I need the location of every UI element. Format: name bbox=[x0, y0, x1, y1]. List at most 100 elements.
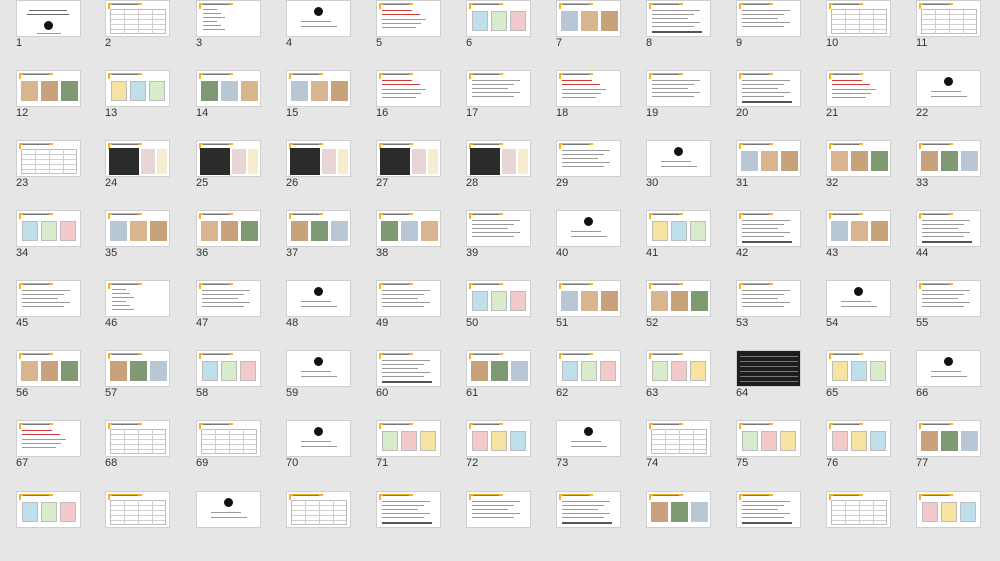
slide-preview[interactable] bbox=[826, 491, 891, 528]
slide-thumbnail[interactable]: 70 bbox=[270, 420, 351, 490]
slide-thumbnail[interactable]: 27 bbox=[360, 140, 441, 210]
slide-thumbnail[interactable]: 29 bbox=[540, 140, 621, 210]
slide-preview[interactable] bbox=[736, 491, 801, 528]
slide-thumbnail[interactable]: 14 bbox=[180, 70, 261, 140]
slide-preview[interactable] bbox=[736, 70, 801, 107]
slide-preview[interactable] bbox=[916, 140, 981, 177]
slide-thumbnail[interactable]: 62 bbox=[540, 350, 621, 420]
slide-thumbnail[interactable]: 10 bbox=[810, 0, 891, 70]
slide-preview[interactable] bbox=[736, 420, 801, 457]
slide-preview[interactable] bbox=[646, 420, 711, 457]
slide-preview[interactable] bbox=[16, 210, 81, 247]
slide-preview[interactable] bbox=[826, 70, 891, 107]
slide-thumbnail[interactable]: 19 bbox=[630, 70, 711, 140]
slide-preview[interactable] bbox=[466, 140, 531, 177]
slide-preview[interactable] bbox=[826, 420, 891, 457]
slide-thumbnail[interactable]: 16 bbox=[360, 70, 441, 140]
slide-thumbnail[interactable]: 56 bbox=[0, 350, 81, 420]
slide-thumbnail[interactable]: 50 bbox=[450, 280, 531, 350]
slide-thumbnail[interactable]: 12 bbox=[0, 70, 81, 140]
slide-thumbnail[interactable]: 59 bbox=[270, 350, 351, 420]
slide-thumbnail[interactable] bbox=[360, 491, 441, 561]
slide-preview[interactable] bbox=[376, 140, 441, 177]
slide-thumbnail[interactable]: 25 bbox=[180, 140, 261, 210]
slide-preview[interactable] bbox=[826, 140, 891, 177]
slide-thumbnail[interactable] bbox=[450, 491, 531, 561]
slide-thumbnail[interactable]: 36 bbox=[180, 210, 261, 280]
slide-preview[interactable] bbox=[556, 0, 621, 37]
slide-preview[interactable] bbox=[376, 350, 441, 387]
slide-thumbnail[interactable]: 64 bbox=[720, 350, 801, 420]
slide-thumbnail[interactable] bbox=[270, 491, 351, 561]
slide-thumbnail[interactable]: 72 bbox=[450, 420, 531, 490]
slide-thumbnail[interactable]: 38 bbox=[360, 210, 441, 280]
slide-preview[interactable] bbox=[196, 350, 261, 387]
slide-thumbnail[interactable]: 77 bbox=[900, 420, 981, 490]
slide-preview[interactable] bbox=[105, 0, 170, 37]
slide-preview[interactable] bbox=[105, 70, 170, 107]
slide-preview[interactable] bbox=[466, 210, 531, 247]
slide-preview[interactable] bbox=[196, 491, 261, 528]
slide-preview[interactable] bbox=[16, 140, 81, 177]
slide-preview[interactable] bbox=[466, 0, 531, 37]
slide-preview[interactable] bbox=[286, 350, 351, 387]
slide-preview[interactable] bbox=[916, 420, 981, 457]
slide-thumbnail[interactable]: 8 bbox=[630, 0, 711, 70]
slide-preview[interactable] bbox=[916, 0, 981, 37]
slide-preview[interactable] bbox=[556, 140, 621, 177]
slide-thumbnail[interactable]: 54 bbox=[810, 280, 891, 350]
slide-thumbnail[interactable]: 28 bbox=[450, 140, 531, 210]
slide-preview[interactable] bbox=[556, 280, 621, 317]
slide-thumbnail[interactable]: 2 bbox=[89, 0, 170, 70]
slide-thumbnail[interactable]: 55 bbox=[900, 280, 981, 350]
slide-preview[interactable] bbox=[466, 491, 531, 528]
slide-preview[interactable] bbox=[556, 350, 621, 387]
slide-preview[interactable] bbox=[376, 70, 441, 107]
slide-preview[interactable] bbox=[286, 491, 351, 528]
slide-preview[interactable] bbox=[16, 70, 81, 107]
slide-thumbnail[interactable]: 33 bbox=[900, 140, 981, 210]
slide-preview[interactable] bbox=[466, 280, 531, 317]
slide-thumbnail[interactable]: 41 bbox=[630, 210, 711, 280]
slide-preview[interactable] bbox=[736, 140, 801, 177]
slide-preview[interactable] bbox=[826, 350, 891, 387]
slide-preview[interactable] bbox=[196, 140, 261, 177]
slide-thumbnail[interactable]: 40 bbox=[540, 210, 621, 280]
slide-preview[interactable] bbox=[16, 280, 81, 317]
slide-thumbnail[interactable]: 5 bbox=[360, 0, 441, 70]
slide-preview[interactable] bbox=[286, 140, 351, 177]
slide-thumbnail[interactable]: 24 bbox=[89, 140, 170, 210]
slide-thumbnail[interactable]: 47 bbox=[180, 280, 261, 350]
slide-preview[interactable] bbox=[16, 350, 81, 387]
slide-thumbnail[interactable]: 75 bbox=[720, 420, 801, 490]
slide-preview[interactable] bbox=[196, 420, 261, 457]
slide-preview[interactable] bbox=[646, 70, 711, 107]
slide-preview[interactable] bbox=[376, 420, 441, 457]
slide-thumbnail[interactable]: 68 bbox=[89, 420, 170, 490]
slide-thumbnail[interactable]: 20 bbox=[720, 70, 801, 140]
slide-thumbnail[interactable]: 34 bbox=[0, 210, 81, 280]
slide-thumbnail[interactable]: 71 bbox=[360, 420, 441, 490]
slide-preview[interactable] bbox=[826, 280, 891, 317]
slide-preview[interactable] bbox=[105, 140, 170, 177]
slide-thumbnail[interactable] bbox=[900, 491, 981, 561]
slide-preview[interactable] bbox=[736, 350, 801, 387]
slide-preview[interactable] bbox=[376, 0, 441, 37]
slide-thumbnail[interactable]: 15 bbox=[270, 70, 351, 140]
slide-thumbnail[interactable]: 65 bbox=[810, 350, 891, 420]
slide-preview[interactable] bbox=[646, 140, 711, 177]
slide-thumbnail[interactable]: 53 bbox=[720, 280, 801, 350]
slide-thumbnail[interactable] bbox=[0, 491, 81, 561]
slide-thumbnail[interactable]: 6 bbox=[450, 0, 531, 70]
slide-thumbnail[interactable]: 39 bbox=[450, 210, 531, 280]
slide-preview[interactable] bbox=[105, 420, 170, 457]
slide-thumbnail[interactable]: 18 bbox=[540, 70, 621, 140]
slide-thumbnail[interactable]: 73 bbox=[540, 420, 621, 490]
slide-preview[interactable] bbox=[466, 350, 531, 387]
slide-thumbnail[interactable]: 74 bbox=[630, 420, 711, 490]
slide-thumbnail[interactable]: 31 bbox=[720, 140, 801, 210]
slide-thumbnail[interactable]: 13 bbox=[89, 70, 170, 140]
slide-thumbnail[interactable] bbox=[720, 491, 801, 561]
slide-preview[interactable] bbox=[466, 420, 531, 457]
slide-preview[interactable] bbox=[196, 70, 261, 107]
